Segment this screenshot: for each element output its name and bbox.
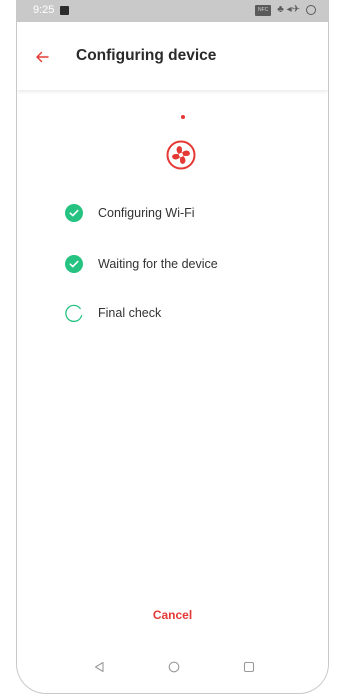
arrow-left-icon [36, 51, 49, 63]
cancel-button[interactable]: Cancel [17, 608, 328, 622]
status-time: 9:25 [33, 4, 55, 16]
step-label: Configuring Wi-Fi [98, 206, 195, 220]
check-circle-icon [65, 204, 83, 222]
back-button[interactable] [29, 44, 55, 70]
step-label: Waiting for the device [98, 257, 218, 271]
nav-recents-button[interactable] [241, 659, 257, 675]
app-bar: Configuring device [17, 22, 328, 90]
progress-dot [181, 115, 185, 119]
nav-back-button[interactable] [91, 659, 107, 675]
step-waiting-device: Waiting for the device [65, 252, 218, 276]
status-icons: NFC ♣ ◂✈ [254, 4, 316, 16]
fan-logo-icon [166, 140, 196, 170]
step-final-check: Final check [65, 301, 161, 325]
status-bar: 9:25 NFC ♣ ◂✈ [17, 0, 328, 22]
battery-icon [306, 5, 316, 15]
triangle-back-icon [94, 661, 104, 673]
step-label: Final check [98, 306, 162, 320]
system-nav-bar [17, 643, 328, 693]
page-title: Configuring device [76, 47, 217, 64]
nav-home-button[interactable] [166, 659, 182, 675]
square-recents-icon [243, 661, 255, 673]
step-configuring-wifi: Configuring Wi-Fi [65, 201, 195, 225]
phone-frame: 9:25 NFC ♣ ◂✈ Configuring device Configu… [16, 0, 329, 694]
nfc-badge: NFC [254, 4, 272, 16]
circle-home-icon [168, 661, 180, 673]
gallery-notification-icon [60, 6, 69, 15]
loading-spinner-icon [65, 304, 83, 322]
check-circle-icon [65, 255, 83, 273]
status-glyphs: ♣ ◂✈ [277, 4, 300, 15]
